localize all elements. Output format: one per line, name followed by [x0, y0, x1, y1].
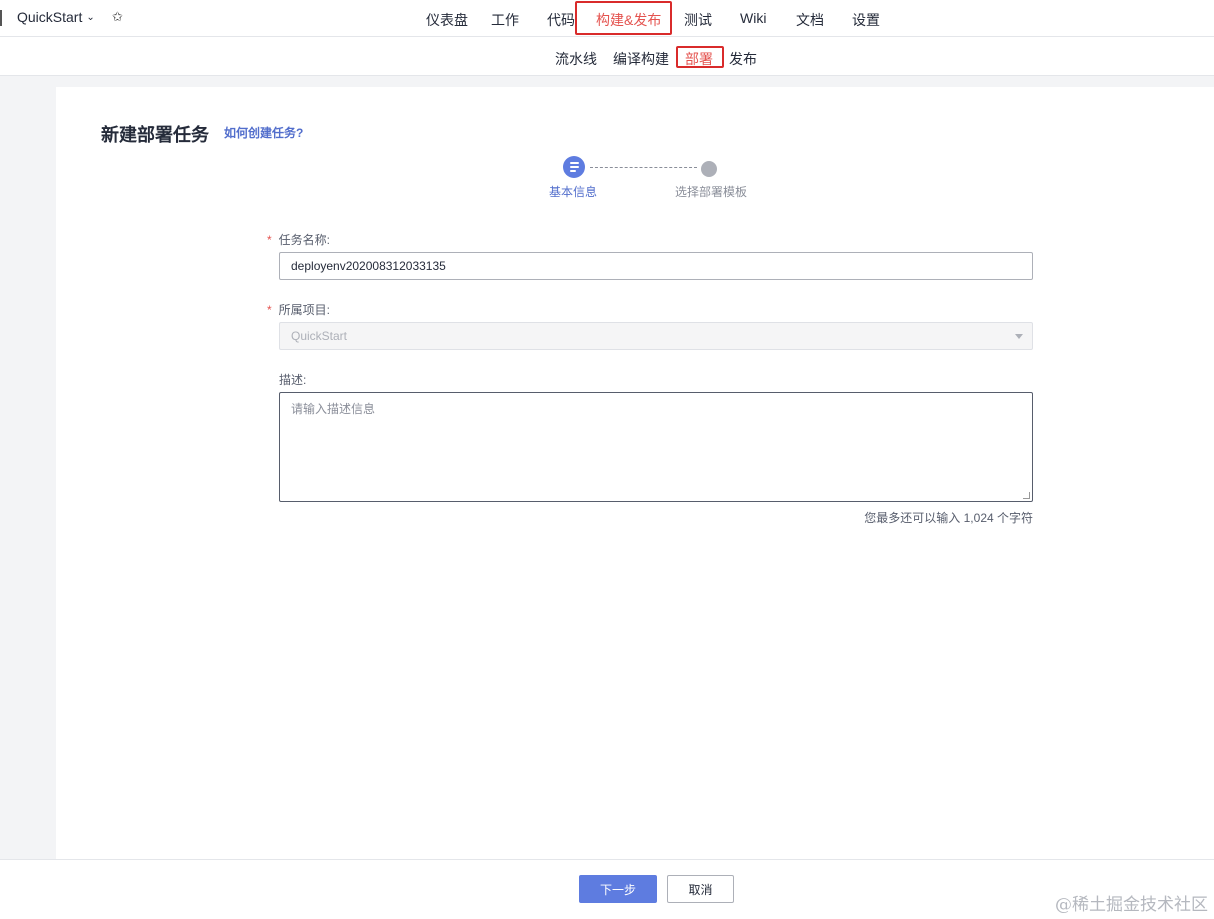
required-mark: * — [267, 303, 272, 317]
step-connector — [590, 167, 697, 168]
step-2-label: 选择部署模板 — [675, 185, 748, 199]
resize-handle-icon[interactable] — [1023, 492, 1030, 499]
next-button[interactable]: 下一步 — [579, 875, 657, 903]
nav-settings[interactable]: 设置 — [852, 10, 880, 30]
task-name-label: * 任务名称: — [267, 233, 331, 247]
nav-work[interactable]: 工作 — [491, 10, 519, 30]
description-placeholder: 请输入描述信息 — [291, 402, 376, 416]
nav-test[interactable]: 测试 — [684, 10, 712, 30]
sub-navigation-bar: 流水线 编译构建 部署 发布 — [0, 37, 1214, 76]
subnav-pipeline[interactable]: 流水线 — [555, 49, 597, 69]
step-1-list-icon — [563, 156, 585, 178]
content-panel: 新建部署任务 如何创建任务? 基本信息 选择部署模板 * 任务名称: deploy… — [56, 87, 1214, 859]
subnav-release[interactable]: 发布 — [729, 49, 757, 69]
project-select[interactable]: QuickStart — [279, 322, 1033, 350]
step-1-label: 基本信息 — [549, 185, 598, 199]
nav-docs[interactable]: 文档 — [796, 10, 824, 30]
char-counter: 您最多还可以输入 1,024 个字符 — [864, 511, 1033, 525]
project-select-value: QuickStart — [291, 329, 348, 343]
watermark: @稀土掘金技术社区 — [1055, 895, 1208, 915]
nav-code[interactable]: 代码 — [547, 10, 575, 30]
step-2-dot — [701, 161, 717, 177]
help-link[interactable]: 如何创建任务? — [224, 124, 303, 141]
cancel-button[interactable]: 取消 — [667, 875, 734, 903]
subnav-deploy[interactable]: 部署 — [685, 49, 713, 69]
subnav-build[interactable]: 编译构建 — [613, 49, 669, 69]
footer-bar: 下一步 取消 @稀土掘金技术社区 — [0, 859, 1214, 919]
description-textarea[interactable]: 请输入描述信息 — [279, 392, 1033, 502]
project-label: * 所属项目: — [267, 303, 331, 317]
task-name-input[interactable]: deployenv202008312033135 — [279, 252, 1033, 280]
nav-build-release[interactable]: 构建&发布 — [596, 10, 661, 30]
caret-down-icon — [1015, 334, 1023, 339]
top-navigation-bar: QuickStart ⌄ ✩ 仪表盘 工作 代码 构建&发布 测试 Wiki 文… — [0, 0, 1214, 37]
page-title: 新建部署任务 — [101, 125, 209, 145]
nav-dashboard[interactable]: 仪表盘 — [426, 10, 468, 30]
nav-wiki[interactable]: Wiki — [740, 10, 766, 26]
main-nav: 仪表盘 工作 代码 构建&发布 测试 Wiki 文档 设置 — [0, 0, 1214, 37]
description-label: 描述: — [279, 373, 307, 387]
required-mark: * — [267, 233, 272, 247]
